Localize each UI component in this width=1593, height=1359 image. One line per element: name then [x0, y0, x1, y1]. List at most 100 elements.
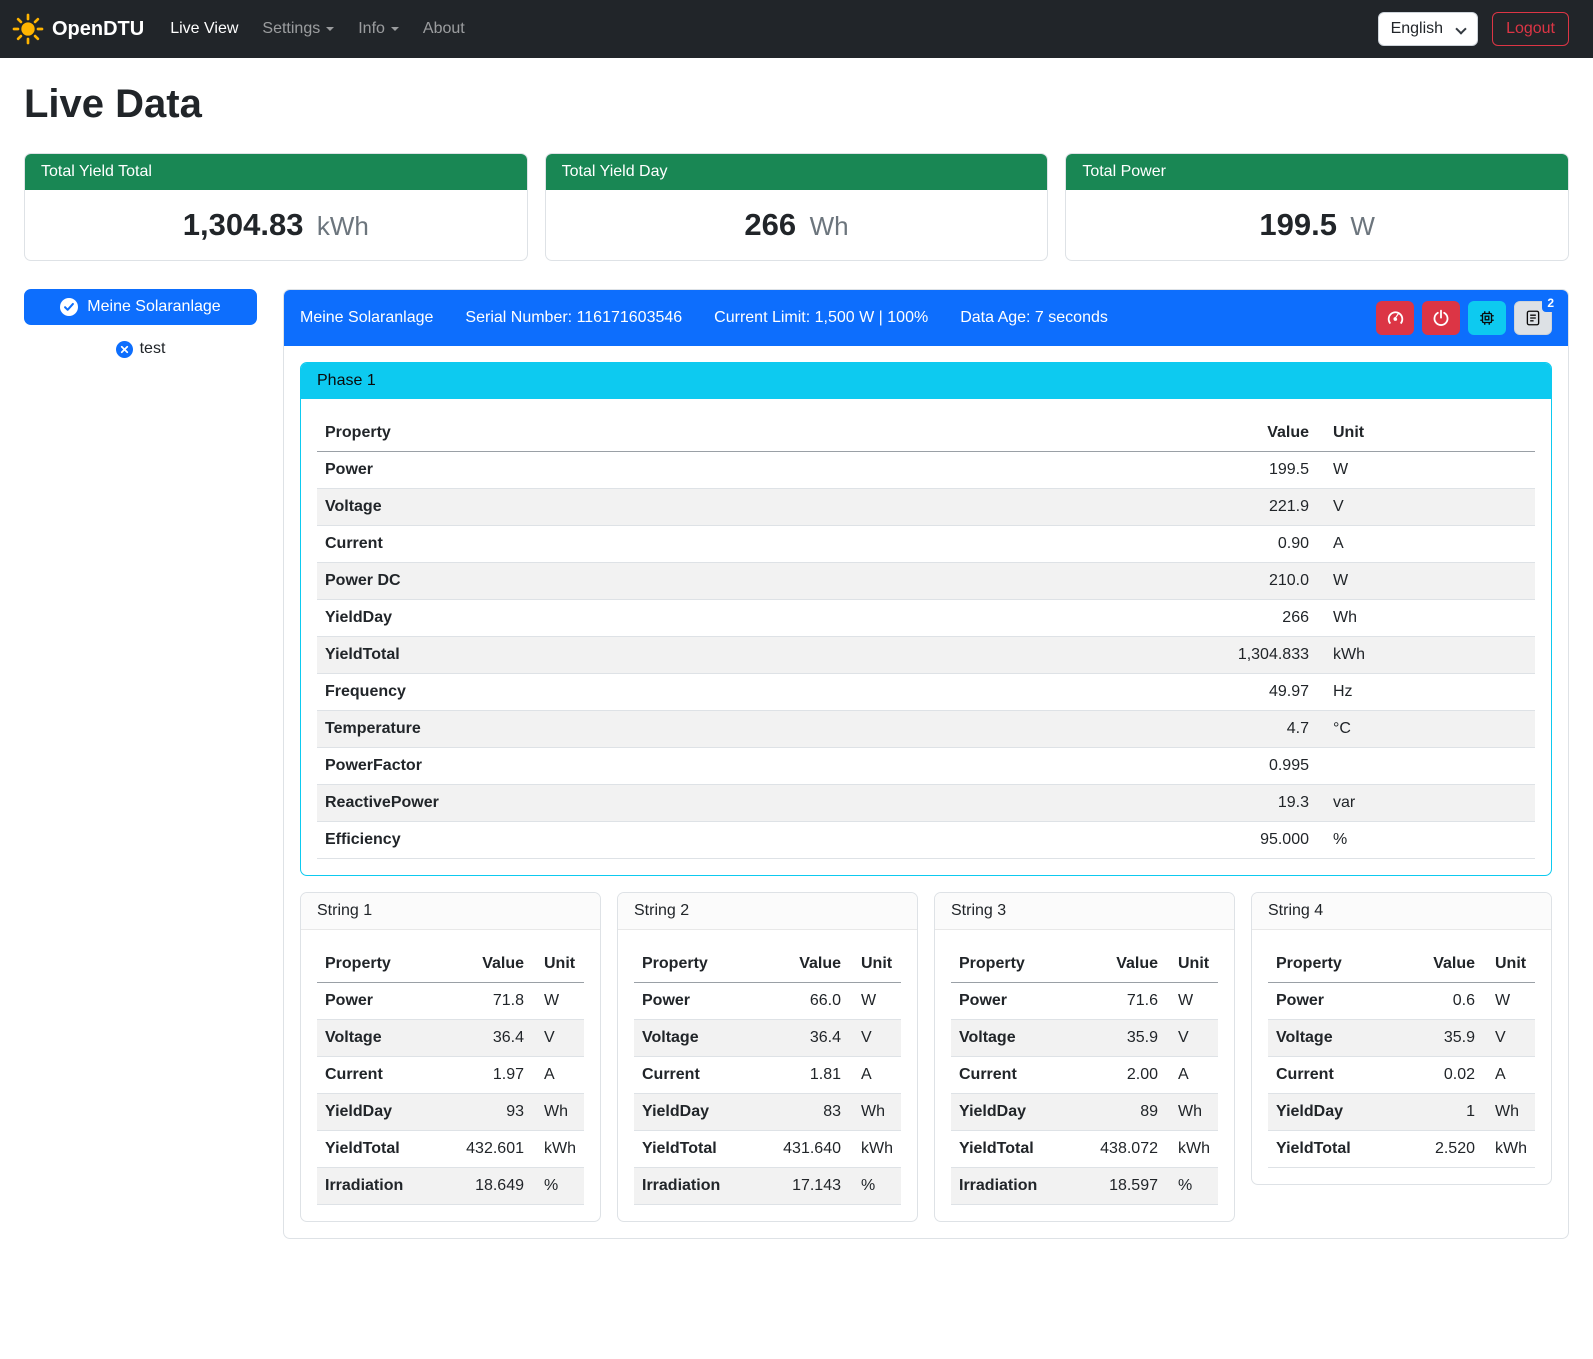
row-unit: W — [1317, 563, 1535, 600]
row-property: Frequency — [317, 674, 1207, 711]
row-property: Current — [951, 1057, 1082, 1094]
summary-unit: kWh — [317, 211, 369, 241]
row-property: Power — [634, 983, 765, 1020]
row-property: Power — [317, 452, 1207, 489]
summary-value: 1,304.83 — [183, 207, 304, 242]
row-value: 4.7 — [1207, 711, 1317, 748]
nav-item-settings[interactable]: Settings — [254, 12, 342, 46]
row-value: 431.640 — [765, 1131, 849, 1168]
navbar: OpenDTU Live View Settings Info About En… — [0, 0, 1593, 58]
table-row: YieldDay 93 Wh — [317, 1094, 584, 1131]
row-value: 35.9 — [1082, 1020, 1166, 1057]
row-value: 83 — [765, 1094, 849, 1131]
row-value: 0.995 — [1207, 748, 1317, 785]
phase-card-title: Phase 1 — [301, 363, 1551, 399]
column-header-property: Property — [634, 946, 765, 983]
row-property: Voltage — [634, 1020, 765, 1057]
navbar-right: English Logout — [1378, 12, 1569, 46]
string-card-title: String 4 — [1252, 893, 1551, 930]
table-row: Current 0.02 A — [1268, 1057, 1535, 1094]
row-property: YieldTotal — [634, 1131, 765, 1168]
table-row: YieldTotal 2.520 kWh — [1268, 1131, 1535, 1168]
inverter-panel-body: Phase 1 Property Value Unit — [284, 346, 1568, 1238]
power-button[interactable] — [1422, 301, 1460, 335]
row-unit: V — [849, 1020, 901, 1057]
inverter-select-button[interactable]: Meine Solaranlage — [24, 289, 257, 325]
limit-settings-button[interactable] — [1376, 301, 1414, 335]
column-header-value: Value — [448, 946, 532, 983]
table-header-row: Property Value Unit — [951, 946, 1218, 983]
nav-item-about[interactable]: About — [415, 12, 473, 46]
summary-card-title: Total Yield Day — [546, 154, 1048, 190]
nav-item-info[interactable]: Info — [350, 12, 407, 46]
logout-button[interactable]: Logout — [1492, 12, 1569, 46]
row-property: Current — [1268, 1057, 1399, 1094]
row-unit: kWh — [849, 1131, 901, 1168]
column-header-property: Property — [951, 946, 1082, 983]
row-unit: kWh — [1317, 637, 1535, 674]
row-unit: A — [1317, 526, 1535, 563]
row-property: PowerFactor — [317, 748, 1207, 785]
navbar-left: OpenDTU Live View Settings Info About — [12, 12, 481, 46]
row-value: 432.601 — [448, 1131, 532, 1168]
panel-serial-number: Serial Number: 116171603546 — [465, 309, 682, 327]
row-property: Temperature — [317, 711, 1207, 748]
row-unit: A — [1166, 1057, 1218, 1094]
summary-card-total-yield-day: Total Yield Day 266 Wh — [545, 153, 1049, 261]
summary-card-total-yield-total: Total Yield Total 1,304.83 kWh — [24, 153, 528, 261]
device-info-button[interactable] — [1468, 301, 1506, 335]
table-row: Frequency 49.97 Hz — [317, 674, 1535, 711]
row-value: 66.0 — [765, 983, 849, 1020]
string-card-body: Property Value Unit Power — [618, 930, 917, 1221]
string-card-3: String 3 Property Value Unit — [934, 892, 1235, 1222]
panel-data-age: Data Age: 7 seconds — [960, 309, 1108, 327]
string-table: Property Value Unit Power — [634, 946, 901, 1205]
table-row: Temperature 4.7 °C — [317, 711, 1535, 748]
row-property: Voltage — [951, 1020, 1082, 1057]
row-value: 221.9 — [1207, 489, 1317, 526]
chevron-down-icon — [1455, 23, 1466, 34]
summary-card-body: 1,304.83 kWh — [25, 190, 527, 260]
table-row: YieldTotal 1,304.833 kWh — [317, 637, 1535, 674]
cpu-icon — [1478, 309, 1496, 327]
inverter-select-test[interactable]: test — [24, 340, 257, 358]
row-unit: V — [1317, 489, 1535, 526]
row-unit: W — [1317, 452, 1535, 489]
column-header-property: Property — [317, 946, 448, 983]
table-row: Voltage 35.9 V — [1268, 1020, 1535, 1057]
row-unit: Wh — [849, 1094, 901, 1131]
table-row: Power DC 210.0 W — [317, 563, 1535, 600]
row-value: 36.4 — [765, 1020, 849, 1057]
panel-inverter-name: Meine Solaranlage — [300, 309, 433, 327]
table-row: Voltage 221.9 V — [317, 489, 1535, 526]
table-row: Irradiation 18.597 % — [951, 1168, 1218, 1205]
column-header-property: Property — [1268, 946, 1399, 983]
language-select[interactable]: English — [1378, 12, 1478, 46]
string-card-body: Property Value Unit Power — [301, 930, 600, 1221]
row-property: Current — [317, 1057, 448, 1094]
table-row: Current 0.90 A — [317, 526, 1535, 563]
event-log-button[interactable]: 2 — [1514, 301, 1552, 335]
row-value: 36.4 — [448, 1020, 532, 1057]
row-value: 71.8 — [448, 983, 532, 1020]
row-value: 49.97 — [1207, 674, 1317, 711]
brand-link[interactable]: OpenDTU — [12, 13, 144, 45]
content-row: Meine Solaranlage test Meine Solaranlage… — [24, 289, 1569, 1239]
row-property: YieldDay — [1268, 1094, 1399, 1131]
inverter-sidebar: Meine Solaranlage test — [24, 289, 257, 358]
column-header-unit: Unit — [1317, 415, 1535, 452]
row-property: YieldTotal — [1268, 1131, 1399, 1168]
row-property: Voltage — [317, 489, 1207, 526]
nav-item-live-view[interactable]: Live View — [162, 12, 246, 46]
string-card-title: String 2 — [618, 893, 917, 930]
row-value: 89 — [1082, 1094, 1166, 1131]
row-value: 17.143 — [765, 1168, 849, 1205]
main-content: Live Data Total Yield Total 1,304.83 kWh… — [0, 58, 1593, 1267]
table-row: YieldTotal 431.640 kWh — [634, 1131, 901, 1168]
table-row: Power 199.5 W — [317, 452, 1535, 489]
row-value: 0.90 — [1207, 526, 1317, 563]
summary-value: 199.5 — [1259, 207, 1337, 242]
row-unit: Wh — [532, 1094, 584, 1131]
row-property: YieldDay — [951, 1094, 1082, 1131]
summary-card-body: 199.5 W — [1066, 190, 1568, 260]
